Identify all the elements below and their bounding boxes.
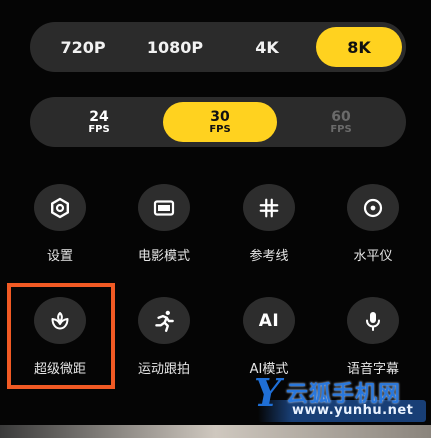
widescreen-icon bbox=[153, 199, 175, 216]
watermark: Y 云狐手机网 www.yunhu.net bbox=[236, 372, 426, 430]
resolution-selector: 720P 1080P 4K 8K bbox=[30, 22, 406, 72]
tool-label: 设置 bbox=[46, 249, 73, 264]
settings-button[interactable] bbox=[34, 184, 86, 231]
ai-icon: AI bbox=[258, 310, 280, 331]
tool-level[interactable]: 水平仪 bbox=[328, 184, 418, 264]
fps-value: 60 bbox=[331, 108, 351, 125]
resolution-option-4k[interactable]: 4K bbox=[224, 27, 310, 67]
tool-grid-lines[interactable]: 参考线 bbox=[224, 184, 314, 264]
tool-label: 参考线 bbox=[249, 249, 289, 264]
fps-value: 30 bbox=[210, 108, 230, 125]
motion-tracking-button[interactable] bbox=[138, 297, 190, 344]
highlight-box bbox=[7, 283, 115, 389]
fps-selector: 24 FPS 30 FPS 60 FPS bbox=[30, 97, 406, 147]
tool-label: 电影模式 bbox=[137, 249, 190, 264]
voice-subtitles-button[interactable] bbox=[347, 297, 399, 344]
tool-settings[interactable]: 设置 bbox=[15, 184, 105, 264]
tool-cinema-mode[interactable]: 电影模式 bbox=[119, 184, 209, 264]
fps-unit: FPS bbox=[330, 123, 352, 135]
resolution-option-1080p[interactable]: 1080P bbox=[132, 27, 218, 67]
tool-label: 运动跟拍 bbox=[137, 362, 190, 377]
resolution-option-8k[interactable]: 8K bbox=[316, 27, 402, 67]
fps-option-24[interactable]: 24 FPS bbox=[42, 102, 156, 142]
fps-option-60[interactable]: 60 FPS bbox=[284, 102, 398, 142]
cinema-mode-button[interactable] bbox=[138, 184, 190, 231]
tool-motion-tracking[interactable]: 运动跟拍 bbox=[119, 297, 209, 377]
tool-ai-mode[interactable]: AI AI模式 bbox=[224, 297, 314, 377]
grid-icon bbox=[259, 198, 279, 217]
tool-label: 水平仪 bbox=[353, 249, 393, 264]
camera-video-settings-panel: 720P 1080P 4K 8K 24 FPS 30 FPS 60 FPS 设置… bbox=[0, 0, 431, 438]
running-man-icon bbox=[155, 310, 174, 332]
fps-unit: FPS bbox=[88, 123, 110, 135]
gear-icon bbox=[50, 197, 69, 218]
ai-mode-button[interactable]: AI bbox=[243, 297, 295, 344]
level-icon bbox=[363, 198, 383, 217]
level-button[interactable] bbox=[347, 184, 399, 231]
watermark-url: www.yunhu.net bbox=[292, 403, 414, 418]
tool-voice-subtitles[interactable]: 语音字幕 bbox=[328, 297, 418, 377]
grid-lines-button[interactable] bbox=[243, 184, 295, 231]
fps-unit: FPS bbox=[209, 123, 231, 135]
resolution-option-720p[interactable]: 720P bbox=[40, 27, 126, 67]
watermark-logo: Y bbox=[254, 370, 282, 415]
fps-value: 24 bbox=[89, 108, 109, 125]
fps-option-30[interactable]: 30 FPS bbox=[163, 102, 277, 142]
microphone-icon bbox=[366, 311, 380, 331]
